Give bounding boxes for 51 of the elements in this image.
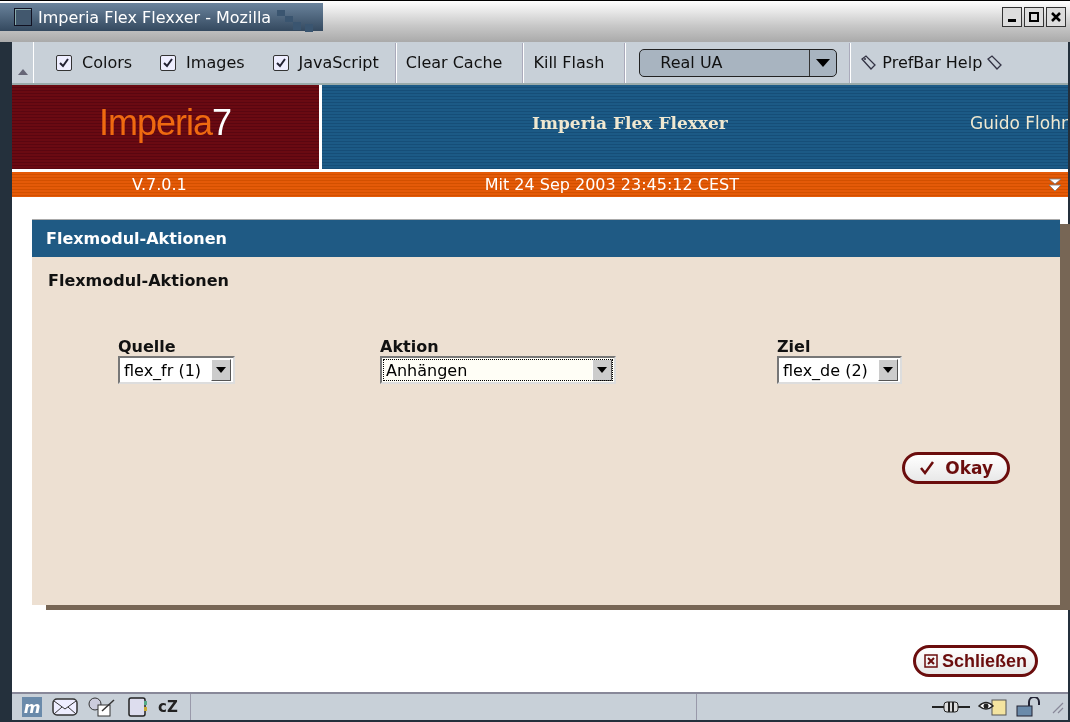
maximize-icon	[1028, 11, 1040, 23]
dropdown-arrow-icon	[597, 367, 607, 373]
checkmark-icon	[919, 460, 936, 476]
navigator-icon[interactable]: m	[22, 697, 42, 717]
checkbox[interactable]	[56, 54, 72, 71]
checkbox[interactable]	[160, 54, 177, 71]
close-button[interactable]	[1046, 7, 1066, 27]
toolbar-button[interactable]: Kill Flash	[523, 53, 615, 72]
version-text: V.7.0.1	[132, 175, 187, 194]
dropdown-arrow-icon	[216, 367, 227, 373]
help-button[interactable]: PrefBar Help	[850, 53, 987, 72]
tag-icon	[860, 54, 877, 71]
okay-button[interactable]: Okay	[902, 452, 1010, 484]
select-dropdown[interactable]: flex_fr (1)	[118, 356, 236, 384]
checkbox[interactable]	[272, 54, 289, 71]
user-agent-dropdown[interactable]: Real UA	[639, 48, 838, 77]
section-heading: Flexmodul-Aktionen	[48, 271, 230, 290]
user-name: Guido Flohr	[970, 113, 1068, 133]
checkbox-label[interactable]: Colors	[82, 53, 133, 72]
mail-icon[interactable]	[52, 698, 78, 716]
maximize-button[interactable]	[1024, 7, 1044, 27]
dropdown-arrow-icon	[882, 367, 893, 373]
field-label: Quelle	[118, 338, 176, 356]
close-icon	[923, 654, 938, 668]
chatzilla-icon[interactable]: cZ	[158, 698, 178, 716]
logo: Imperia7	[12, 85, 322, 169]
privacy-icon[interactable]	[978, 698, 1008, 716]
app-title: Imperia Flex Flexxer	[532, 113, 728, 133]
close-icon	[1050, 11, 1062, 23]
window-menu-icon[interactable]	[14, 8, 32, 26]
select-dropdown[interactable]: flex_de (2)	[777, 356, 902, 384]
tag-icon	[986, 54, 1003, 71]
select-dropdown[interactable]: Anhängen	[380, 356, 616, 384]
lock-icon[interactable]	[1016, 697, 1042, 717]
resize-grip-icon[interactable]	[1050, 700, 1064, 714]
composer-icon[interactable]	[88, 697, 116, 717]
panel-title: Flexmodul-Aktionen	[46, 229, 227, 248]
checkbox-label[interactable]: Images	[186, 53, 245, 72]
minimize-icon	[1008, 18, 1016, 22]
expand-icon[interactable]	[1048, 177, 1062, 192]
checkbox-label[interactable]: JavaScript	[298, 53, 379, 72]
dropdown-arrow-icon	[816, 58, 831, 67]
field-label: Aktion	[380, 338, 439, 356]
close-dialog-button[interactable]: Schließen	[912, 645, 1038, 677]
date-time: Mit 24 Sep 2003 23:45:12 CEST	[484, 175, 739, 194]
minimize-button[interactable]	[1002, 7, 1022, 27]
connection-icon[interactable]	[932, 700, 970, 714]
window-title: Imperia Flex Flexxer - Mozilla	[38, 7, 272, 27]
field-label: Ziel	[777, 338, 811, 356]
address-book-icon[interactable]	[126, 697, 148, 717]
toolbar-button[interactable]: Clear Cache	[395, 53, 513, 72]
